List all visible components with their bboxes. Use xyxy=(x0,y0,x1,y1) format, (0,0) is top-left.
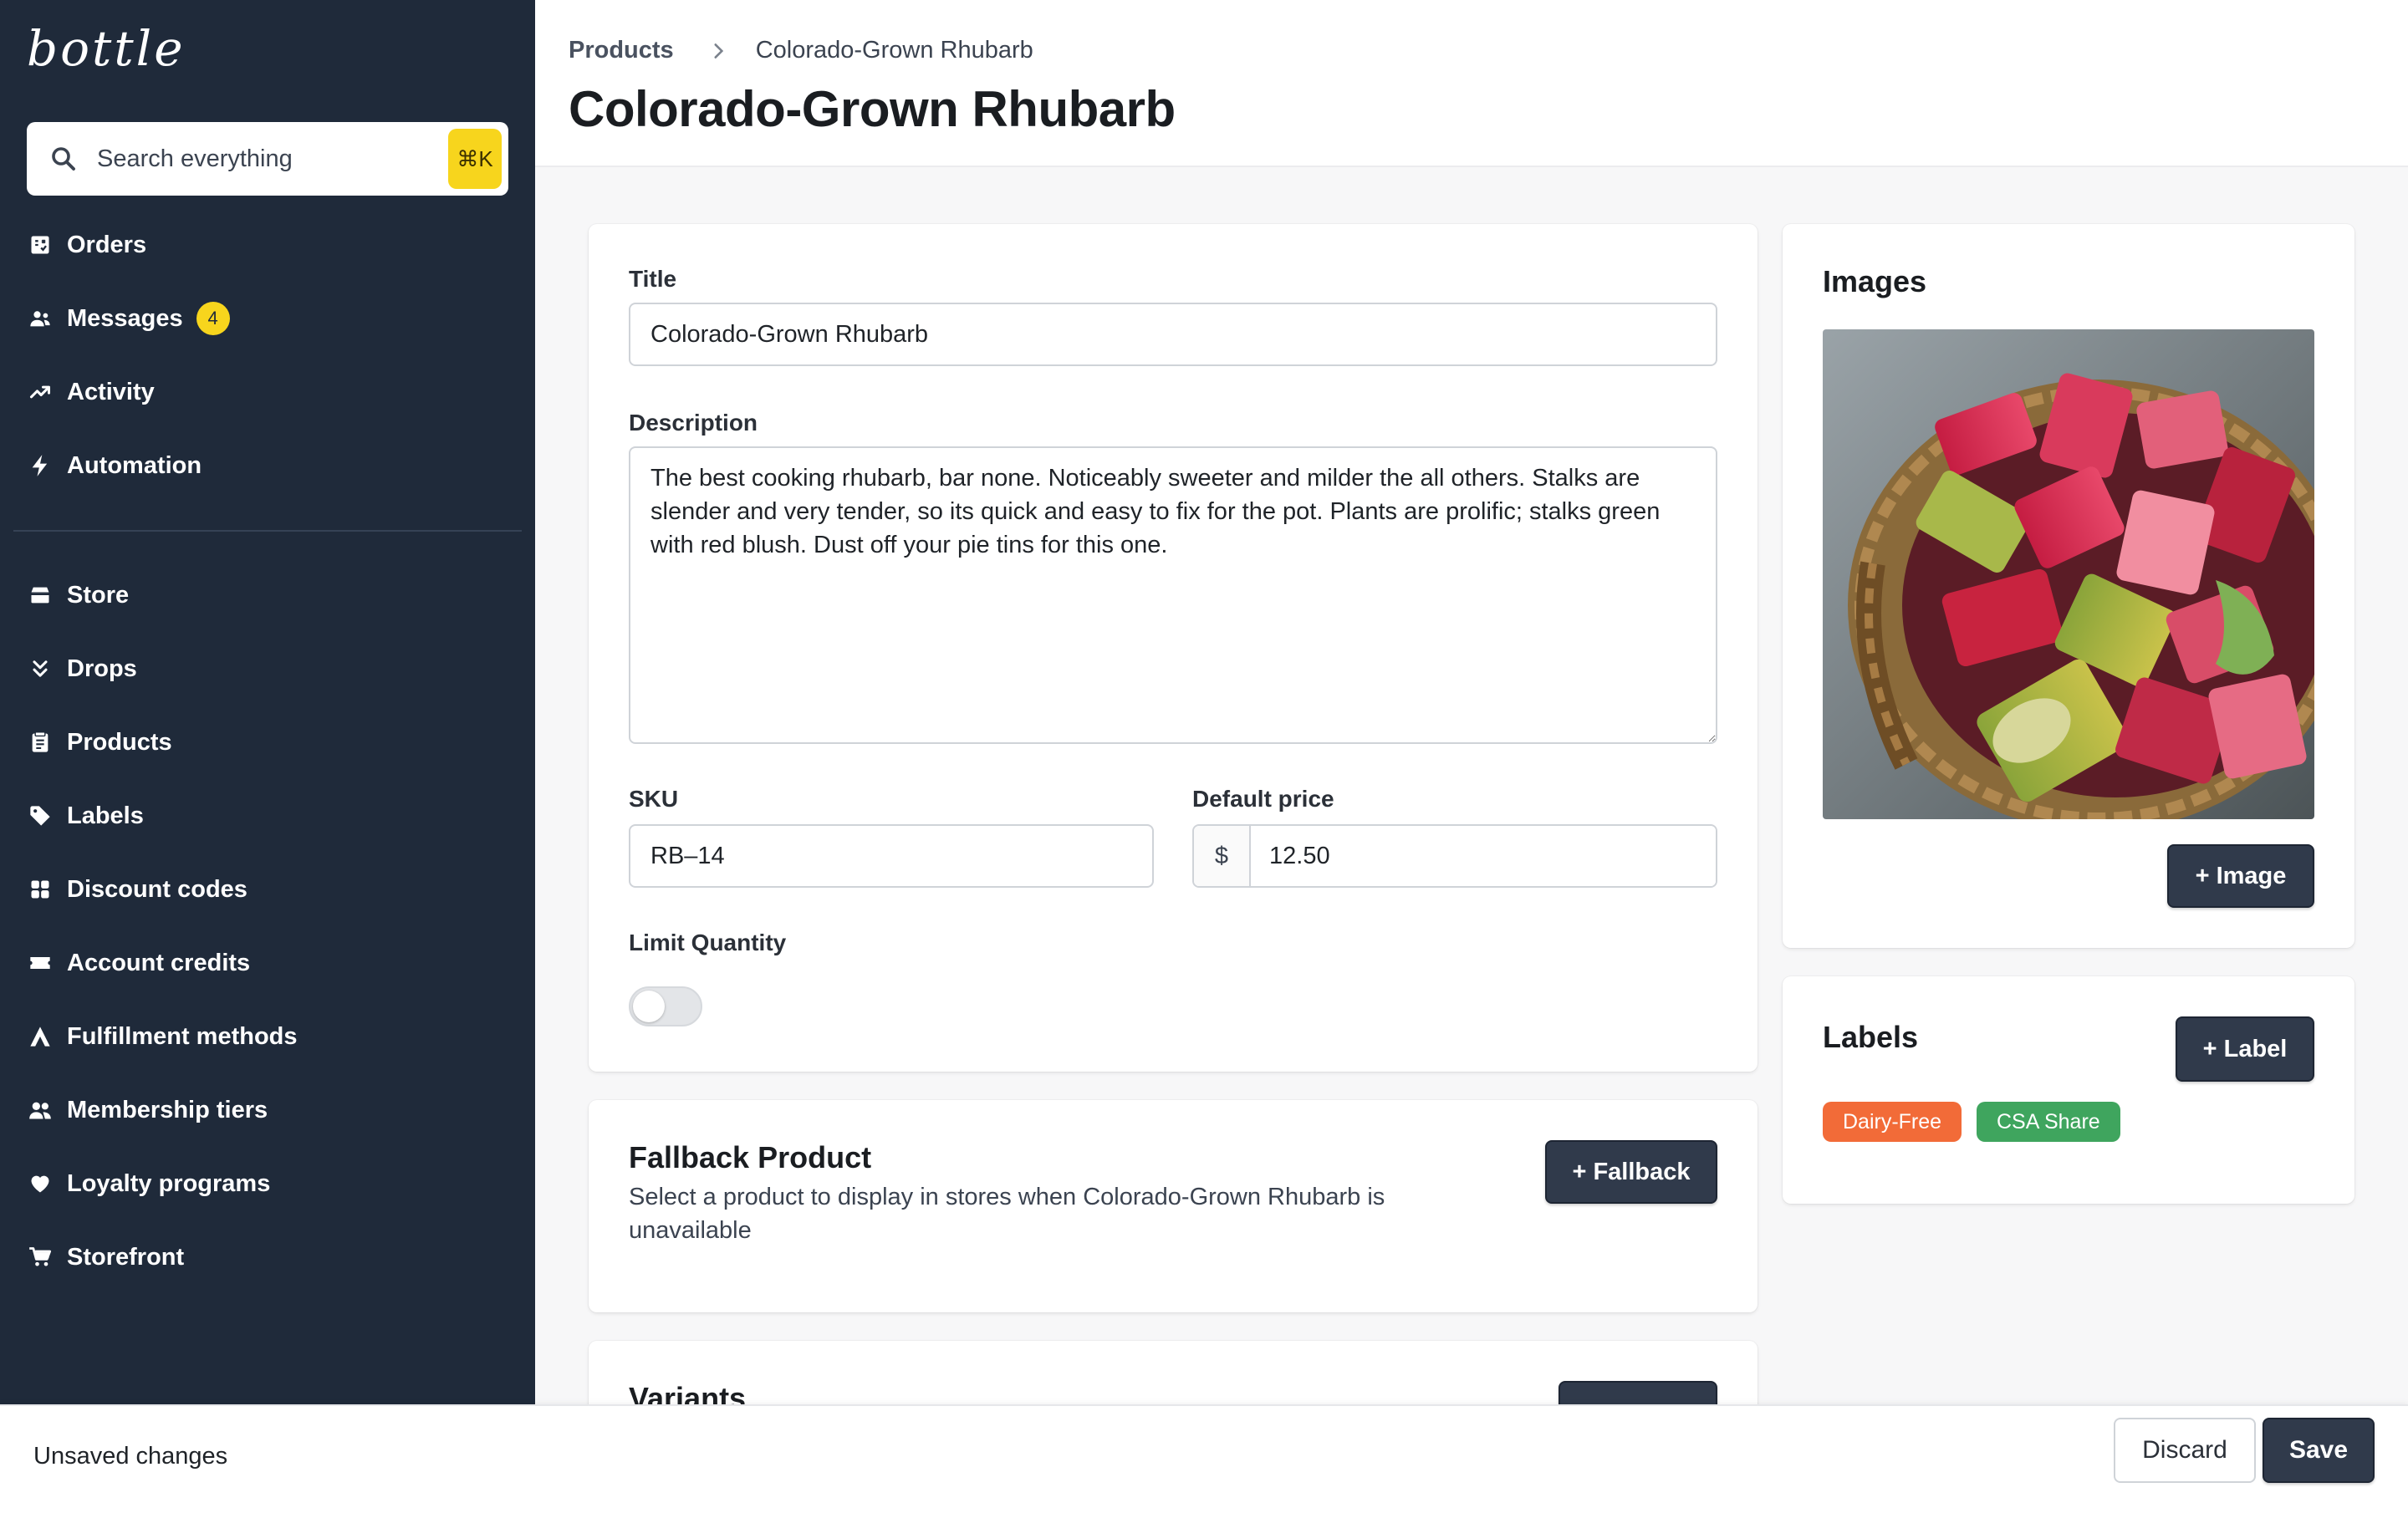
chevron-right-icon xyxy=(714,43,723,59)
messages-icon xyxy=(30,311,50,327)
sidebar: bottle ⌘K Orders Messages 4 Activity Aut… xyxy=(0,0,535,1404)
sidebar-item-loyalty-programs[interactable]: Loyalty programs xyxy=(0,1147,535,1220)
sidebar-item-label: Automation xyxy=(67,451,202,479)
sidebar-item-label: Messages xyxy=(67,304,183,332)
labels-title: Labels xyxy=(1823,1020,1919,1054)
sidebar-item-discount-codes[interactable]: Discount codes xyxy=(0,853,535,926)
fallback-description: Select a product to display in stores wh… xyxy=(629,1184,1385,1244)
orders-icon xyxy=(31,236,49,254)
add-label-button[interactable]: + Label xyxy=(2176,1016,2314,1082)
lightning-icon xyxy=(32,455,48,476)
messages-count-badge: 4 xyxy=(196,302,230,335)
cart-icon xyxy=(29,1247,52,1266)
sidebar-item-account-credits[interactable]: Account credits xyxy=(0,926,535,1000)
product-details-card: Title Description The best cooking rhuba… xyxy=(589,224,1758,1072)
sidebar-item-automation[interactable]: Automation xyxy=(0,429,535,502)
description-textarea[interactable]: The best cooking rhubarb, bar none. Noti… xyxy=(629,446,1717,744)
sidebar-item-label: Drops xyxy=(67,655,137,682)
fallback-product-card: Fallback Product Select a product to dis… xyxy=(589,1100,1758,1312)
description-label: Description xyxy=(629,410,758,436)
save-button[interactable]: Save xyxy=(2263,1418,2375,1483)
sidebar-divider xyxy=(13,530,522,532)
sidebar-item-messages[interactable]: Messages 4 xyxy=(0,282,535,355)
page-title: Colorado-Grown Rhubarb xyxy=(569,81,1176,137)
breadcrumb: Products Colorado-Grown Rhubarb xyxy=(569,37,1033,64)
sidebar-item-label: Labels xyxy=(67,802,144,829)
unsaved-changes-bar: Unsaved changes Discard Save xyxy=(0,1404,2408,1513)
drops-icon xyxy=(33,660,48,677)
breadcrumb-current: Colorado-Grown Rhubarb xyxy=(755,37,1033,64)
sidebar-item-products[interactable]: Products xyxy=(0,706,535,779)
secondary-nav: Store Drops Products Labels Discount cod… xyxy=(0,558,535,1294)
sku-label: SKU xyxy=(629,786,679,812)
label-tag-csa-share[interactable]: CSA Share xyxy=(1977,1102,2120,1142)
add-image-button[interactable]: + Image xyxy=(2167,844,2314,908)
discount-icon xyxy=(31,880,49,899)
app-logo[interactable]: bottle xyxy=(27,20,186,77)
sidebar-item-label: Membership tiers xyxy=(67,1096,268,1123)
search-shortcut: ⌘K xyxy=(448,129,502,189)
primary-nav: Orders Messages 4 Activity Automation xyxy=(0,208,535,502)
sidebar-item-labels[interactable]: Labels xyxy=(0,779,535,853)
default-price-input[interactable] xyxy=(1251,826,1716,886)
labels-card: Labels + Label Dairy-Free CSA Share xyxy=(1783,976,2354,1204)
sidebar-item-drops[interactable]: Drops xyxy=(0,632,535,706)
sidebar-item-label: Loyalty programs xyxy=(67,1169,271,1197)
sidebar-item-membership-tiers[interactable]: Membership tiers xyxy=(0,1073,535,1147)
sidebar-item-label: Store xyxy=(67,581,130,609)
breadcrumb-products-link[interactable]: Products xyxy=(569,37,674,64)
label-tag-dairy-free[interactable]: Dairy-Free xyxy=(1823,1102,1962,1142)
images-card: Images + Image xyxy=(1783,224,2354,948)
limit-quantity-label: Limit Quantity xyxy=(629,930,787,955)
sidebar-item-activity[interactable]: Activity xyxy=(0,355,535,429)
sidebar-item-fulfillment-methods[interactable]: Fulfillment methods xyxy=(0,1000,535,1073)
sidebar-item-label: Fulfillment methods xyxy=(67,1022,298,1050)
fallback-title: Fallback Product xyxy=(629,1140,872,1174)
sidebar-item-store[interactable]: Store xyxy=(0,558,535,632)
product-image[interactable] xyxy=(1823,329,2314,819)
images-title: Images xyxy=(1823,264,1927,298)
search-input[interactable] xyxy=(97,145,431,173)
activity-icon xyxy=(29,385,51,399)
add-fallback-button[interactable]: + Fallback xyxy=(1545,1140,1717,1204)
products-icon xyxy=(32,731,48,752)
limit-quantity-toggle[interactable] xyxy=(629,986,702,1026)
search-box[interactable]: ⌘K xyxy=(27,122,508,196)
sidebar-item-orders[interactable]: Orders xyxy=(0,208,535,282)
sidebar-item-label: Discount codes xyxy=(67,875,247,903)
store-icon xyxy=(31,587,49,604)
unsaved-changes-text: Unsaved changes xyxy=(33,1443,228,1470)
currency-prefix: $ xyxy=(1194,826,1251,886)
fulfillment-icon xyxy=(30,1026,50,1047)
credits-icon xyxy=(30,957,50,969)
label-icon xyxy=(30,806,50,826)
page-header: Products Colorado-Grown Rhubarb Colorado… xyxy=(535,0,2408,167)
rhubarb-photo-graphic xyxy=(1823,329,2314,819)
search-icon xyxy=(52,147,75,171)
title-input[interactable] xyxy=(629,303,1717,366)
default-price-label: Default price xyxy=(1192,786,1334,812)
sidebar-item-label: Storefront xyxy=(67,1243,185,1271)
sku-input[interactable] xyxy=(629,824,1154,888)
heart-icon xyxy=(31,1175,49,1193)
sidebar-item-storefront[interactable]: Storefront xyxy=(0,1220,535,1294)
sidebar-item-label: Products xyxy=(67,728,172,756)
title-label: Title xyxy=(629,266,677,292)
toggle-knob xyxy=(633,991,665,1022)
sidebar-item-label: Account credits xyxy=(67,949,251,976)
default-price-field: $ xyxy=(1192,824,1717,888)
discard-button[interactable]: Discard xyxy=(2114,1418,2256,1483)
sidebar-item-label: Orders xyxy=(67,231,147,258)
membership-icon xyxy=(29,1102,51,1119)
sidebar-item-label: Activity xyxy=(67,378,155,405)
